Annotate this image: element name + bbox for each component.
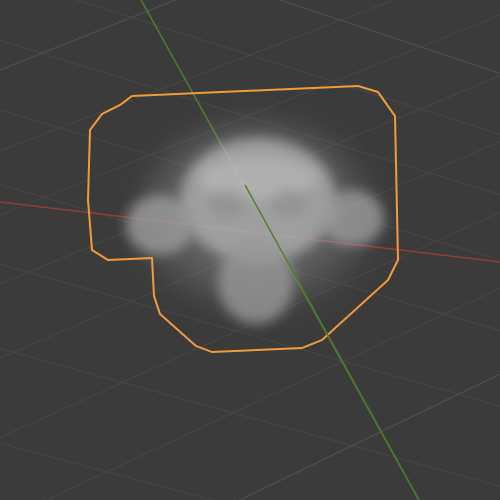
3d-viewport[interactable] <box>0 0 500 500</box>
grid-floor <box>0 0 500 500</box>
